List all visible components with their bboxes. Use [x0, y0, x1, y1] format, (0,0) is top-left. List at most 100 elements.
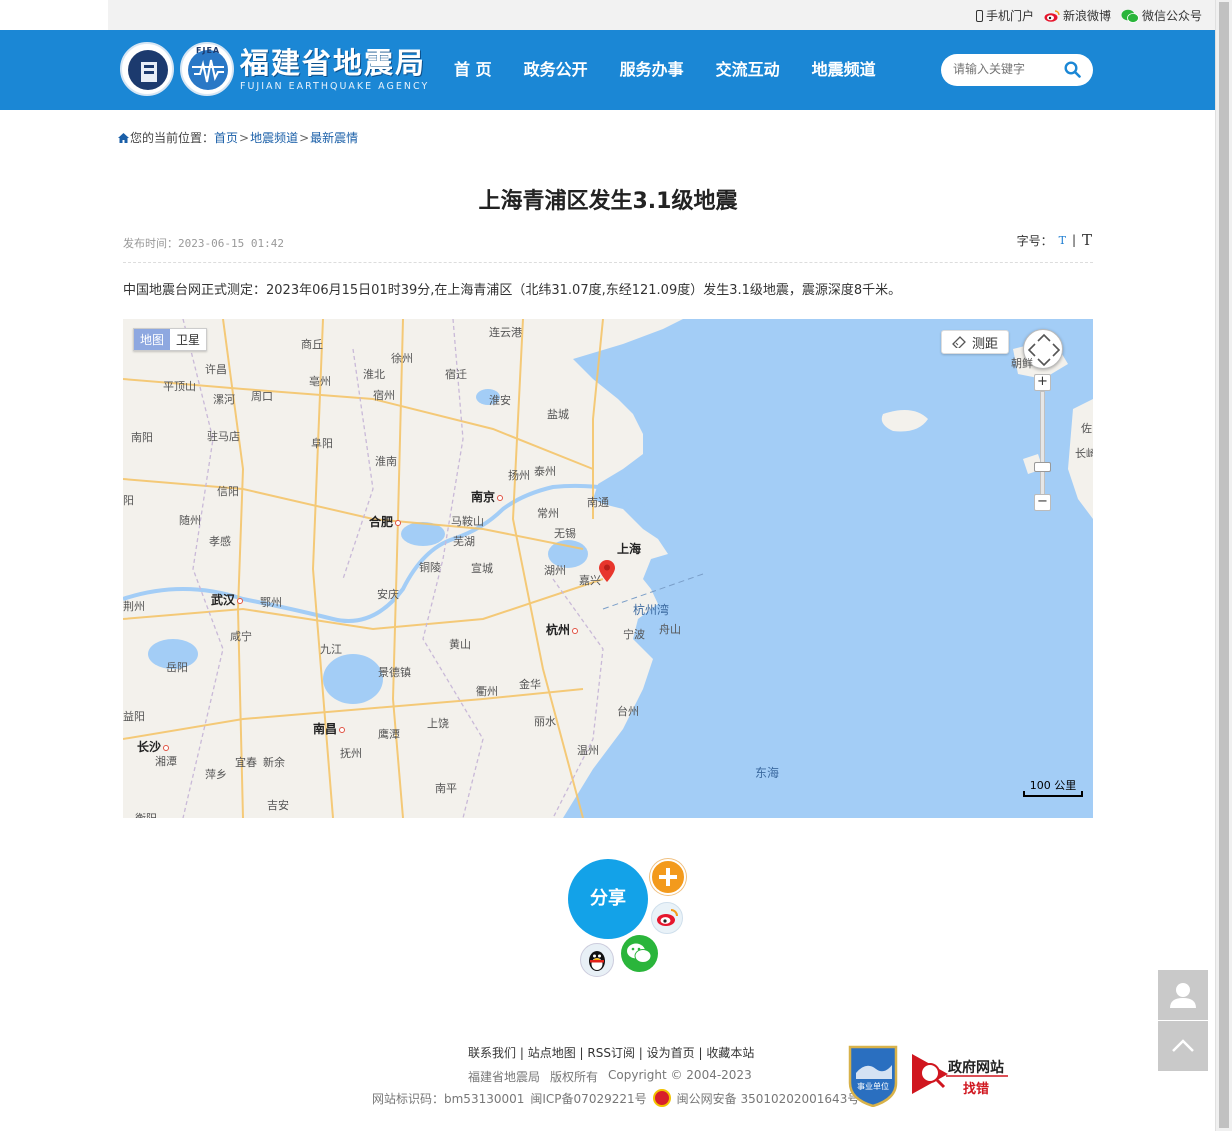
side-user-button[interactable] — [1158, 970, 1208, 1020]
share-more-button[interactable] — [650, 859, 686, 895]
map-city-label: 衢州 — [476, 685, 498, 698]
epicenter-map[interactable]: 地图 卫星 测距 + − 100 公里 连云港 商丘 徐州 许昌 淮北 宿迁 平顶山 亳州 漯河… — [123, 319, 1093, 818]
publish-time: 2023-06-15 01:42 — [178, 237, 284, 250]
map-city-label: 南平 — [435, 782, 457, 795]
measure-distance-button[interactable]: 测距 — [941, 330, 1010, 354]
map-city-label: 杭州 — [546, 621, 579, 638]
map-city-label: 东海 — [755, 766, 780, 780]
zoom-slider-handle[interactable] — [1034, 462, 1051, 472]
font-large-button[interactable]: T — [1082, 231, 1092, 249]
map-city-label: 随州 — [179, 514, 201, 527]
breadcrumb-earthquake-channel[interactable]: 地震频道 — [250, 129, 298, 146]
page-scrollbar[interactable] — [1215, 0, 1232, 1131]
map-city-label: 南京 — [471, 488, 504, 505]
share-weibo-button[interactable] — [651, 902, 683, 934]
map-city-label: 漯河 — [213, 393, 235, 406]
zoom-in-button[interactable]: + — [1034, 374, 1051, 391]
epicenter-marker-icon[interactable] — [599, 560, 615, 582]
top-utility-bar: 手机门户 新浪微博 微信公众号 — [108, 0, 1216, 30]
footer-registration: 网站标识码：bm53130001 闽ICP备07029221号 闽公网安备 35… — [372, 1089, 859, 1107]
nav-home[interactable]: 首 页 — [438, 30, 508, 110]
map-city-label: 南通 — [587, 496, 609, 509]
breadcrumb-separator: > — [299, 130, 310, 145]
footer-contact-link[interactable]: 联系我们 — [468, 1046, 516, 1060]
breadcrumb-latest-quakes[interactable]: 最新震情 — [310, 129, 358, 146]
publish-info: 发布时间：2023-06-15 01:42 — [123, 235, 284, 251]
map-city-label: 嘉兴 — [579, 574, 601, 587]
breadcrumb-home[interactable]: 首页 — [214, 129, 238, 146]
phone-icon — [975, 9, 983, 22]
gov-find-error-subtitle: 找错 — [963, 1082, 990, 1097]
nav-earthquake-channel[interactable]: 地震频道 — [796, 30, 892, 110]
gov-find-error-title: 政府网站 — [948, 1060, 1004, 1076]
article-title: 上海青浦区发生3.1级地震 — [478, 189, 738, 214]
ruler-icon — [952, 336, 966, 348]
wechat-icon — [627, 943, 652, 963]
map-city-label: 新余 — [263, 756, 285, 769]
map-city-label: 武汉 — [211, 591, 244, 608]
map-city-label: 宿迁 — [445, 368, 467, 381]
map-city-label: 信阳 — [217, 485, 239, 498]
home-icon — [118, 132, 129, 143]
map-city-label: 长崎 — [1075, 447, 1093, 460]
nav-interaction[interactable]: 交流互动 — [700, 30, 796, 110]
footer-sitemap-link[interactable]: 站点地图 — [528, 1046, 576, 1060]
search-box — [941, 54, 1093, 86]
map-city-label: 扬州 — [508, 469, 530, 482]
share-wechat-button[interactable] — [621, 935, 658, 972]
share-button[interactable]: 分享 — [568, 859, 648, 939]
map-city-label: 南昌 — [313, 720, 346, 737]
map-type-map[interactable]: 地图 — [134, 329, 171, 350]
zoom-out-button[interactable]: − — [1034, 494, 1051, 511]
icp-record[interactable]: 闽ICP备07029221号 — [530, 1090, 646, 1107]
divider — [123, 262, 1093, 263]
nav-government-affairs[interactable]: 政务公开 — [508, 30, 604, 110]
map-city-label: 徐州 — [391, 352, 413, 365]
font-size-control: 字号： T | T — [1016, 231, 1092, 249]
weibo-icon — [1044, 9, 1060, 22]
site-name: 福建省地震局 — [240, 46, 427, 80]
footer-bookmark-link[interactable]: 收藏本站 — [706, 1046, 754, 1060]
site-id: 网站标识码：bm53130001 — [372, 1091, 525, 1106]
nav-services[interactable]: 服务办事 — [604, 30, 700, 110]
map-city-label: 连云港 — [489, 326, 522, 339]
fjea-emblem: FJEA — [180, 42, 234, 96]
map-city-label: 鄂州 — [260, 596, 282, 609]
map-city-label: 岳阳 — [166, 661, 188, 674]
map-city-label: 盐城 — [547, 408, 569, 421]
share-qq-button[interactable] — [580, 943, 614, 977]
map-city-label: 铜陵 — [419, 561, 441, 574]
map-city-label: 抚州 — [340, 747, 362, 760]
site-logo[interactable]: FJEA 福建省地震局 FUJIAN EARTHQUAKE AGENCY — [120, 42, 429, 96]
map-city-label: 淮北 — [363, 368, 385, 381]
weibo-link[interactable]: 新浪微博 — [1044, 7, 1111, 24]
map-city-label: 景德镇 — [378, 666, 411, 679]
back-to-top-button[interactable] — [1158, 1021, 1208, 1071]
map-city-label: 金华 — [519, 678, 541, 691]
map-city-label: 常州 — [537, 507, 559, 520]
footer-rss-link[interactable]: RSS订阅 — [587, 1046, 635, 1060]
public-institution-badge[interactable]: 事业单位 — [846, 1043, 900, 1107]
publish-label: 发布时间： — [123, 237, 178, 250]
qq-penguin-icon — [589, 951, 605, 971]
map-city-label: 湖州 — [544, 564, 566, 577]
map-city-label: 丽水 — [534, 715, 556, 728]
wechat-link[interactable]: 微信公众号 — [1121, 7, 1202, 24]
footer-set-home-link[interactable]: 设为首页 — [647, 1046, 695, 1060]
police-record[interactable]: 闽公网安备 35010202001643号 — [677, 1090, 860, 1107]
map-city-label: 商丘 — [301, 338, 323, 351]
weibo-icon — [657, 909, 678, 926]
search-input[interactable] — [953, 62, 1063, 76]
map-city-label: 安庆 — [377, 588, 399, 601]
map-type-satellite[interactable]: 卫星 — [170, 329, 206, 350]
mobile-portal-link[interactable]: 手机门户 — [975, 7, 1034, 24]
font-small-button[interactable]: T — [1059, 234, 1066, 247]
map-city-label: 萍乡 — [205, 768, 227, 781]
map-city-label: 湘潭 — [155, 755, 177, 768]
map-city-label: 宣城 — [471, 562, 493, 575]
map-city-label: 平顶山 — [163, 380, 196, 393]
map-city-label: 淮南 — [375, 455, 397, 468]
zoom-slider-track[interactable] — [1040, 391, 1045, 501]
search-icon[interactable] — [1064, 61, 1081, 78]
earthquake-admin-emblem — [120, 42, 174, 96]
